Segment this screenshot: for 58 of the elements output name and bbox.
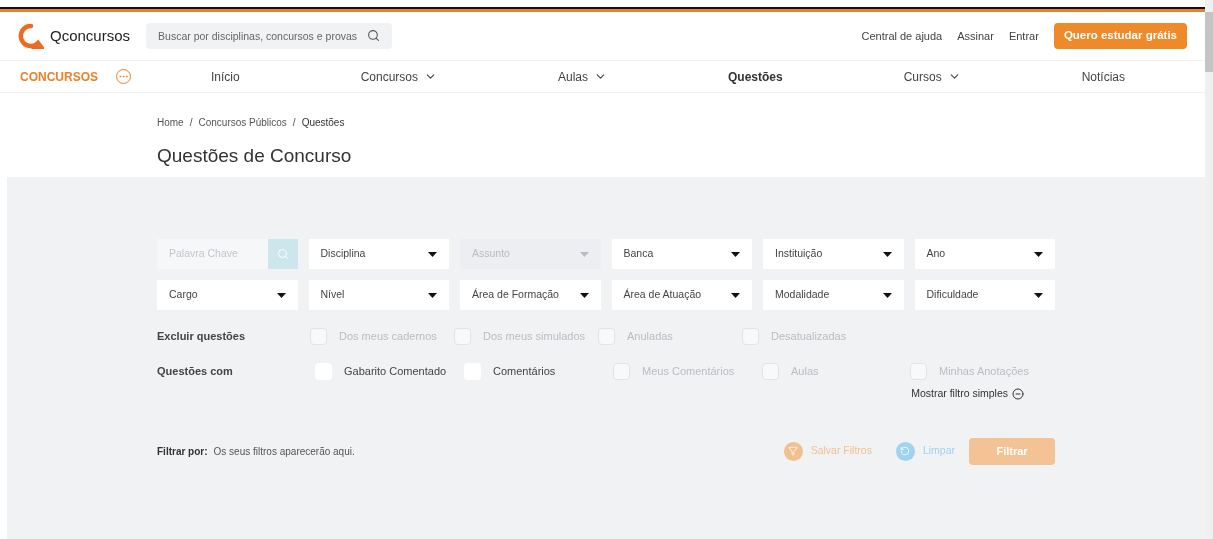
dropdown[interactable]: Modalidade — [763, 280, 904, 310]
filter-group-label: Questões com — [157, 364, 234, 380]
nav-item[interactable]: Concursos — [360, 67, 437, 86]
logo-icon — [18, 23, 44, 49]
caret-icon — [428, 251, 437, 257]
nav-item[interactable]: Início — [211, 67, 240, 86]
reset-icon — [900, 446, 911, 457]
dropdown[interactable]: Nível — [308, 280, 449, 310]
nav-item[interactable]: Aulas — [558, 67, 607, 86]
checkbox-label: Desatualizadas — [771, 329, 847, 345]
search-field[interactable]: Buscar por disciplinas, concursos e provas — [146, 23, 393, 49]
dropdown[interactable]: Disciplina — [308, 239, 449, 269]
nav-item[interactable]: Questões — [728, 67, 783, 86]
caret-icon — [731, 251, 740, 257]
checkbox-label: Anuladas — [627, 329, 673, 345]
caret-icon — [276, 292, 286, 298]
minus-circle-icon — [1012, 387, 1024, 400]
filter-group-label: Excluir questões — [157, 329, 247, 345]
toggle-filter-link[interactable]: Mostrar filtro simples — [911, 386, 1024, 402]
header-link[interactable]: Central de ajuda — [861, 27, 943, 45]
checkbox-label: Minhas Anotações — [939, 364, 1029, 380]
caret-icon — [731, 292, 740, 298]
dropdown[interactable]: Instituição — [763, 239, 904, 269]
checkbox-label: Aulas — [791, 364, 819, 380]
breadcrumb-link[interactable]: Home — [157, 115, 184, 130]
nav-item[interactable]: Cursos — [903, 67, 961, 86]
caret-icon — [1034, 251, 1043, 257]
caret-icon — [1034, 292, 1043, 298]
filter-summary: Os seus filtros aparecerão aqui. — [213, 444, 355, 459]
caret-icon — [882, 251, 892, 257]
caret-icon — [882, 292, 892, 298]
dropdown[interactable]: Ano — [914, 239, 1055, 269]
checkbox-label: Comentários — [493, 364, 556, 380]
search-icon[interactable] — [367, 29, 381, 42]
filter-icon — [788, 446, 799, 457]
breadcrumb-link[interactable]: Concursos Públicos — [198, 115, 287, 130]
breadcrumb-separator: / — [292, 116, 296, 130]
dropdown[interactable]: Banca — [611, 239, 752, 269]
logo-text[interactable]: Qconcursos — [50, 24, 131, 48]
search-icon — [276, 248, 289, 260]
scrollbar[interactable] — [1205, 0, 1213, 539]
caret-icon — [579, 292, 589, 298]
checkbox-label: Meus Comentários — [642, 364, 735, 380]
breadcrumb-separator: / — [189, 116, 193, 130]
caret-icon — [579, 251, 589, 257]
filter-by-label: Filtrar por: — [157, 444, 208, 459]
header-link[interactable]: Assinar — [957, 27, 994, 45]
caret-icon — [428, 292, 437, 298]
checkbox-label: Gabarito Comentado — [344, 364, 447, 380]
page-title: Questões de Concurso — [157, 144, 353, 168]
breadcrumb-link[interactable]: Questões — [301, 115, 345, 130]
dropdown[interactable]: Área de Formação — [460, 280, 601, 310]
nav-item[interactable]: Notícias — [1081, 67, 1125, 86]
dropdown[interactable]: Área de Atuação — [611, 280, 752, 310]
search-button[interactable] — [267, 239, 298, 269]
dropdown[interactable]: Dificuldade — [914, 280, 1055, 310]
header-link[interactable]: Entrar — [1008, 27, 1039, 45]
dropdown[interactable]: Cargo — [157, 280, 298, 310]
